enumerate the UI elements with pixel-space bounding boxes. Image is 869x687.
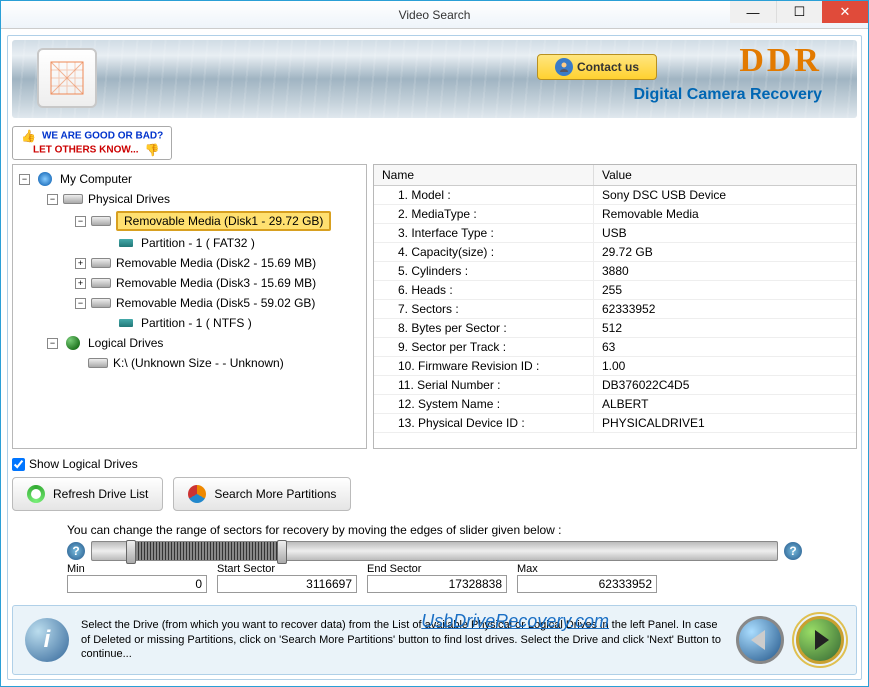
drive-icon [90, 295, 112, 311]
app-window: Video Search — ☐ ✕ Contact us DDR Digita… [0, 0, 869, 687]
drive-icon [90, 213, 112, 229]
property-row[interactable]: 7. Sectors :62333952 [374, 300, 856, 319]
properties-panel: Name Value 1. Model :Sony DSC USB Device… [373, 164, 857, 449]
property-row[interactable]: 8. Bytes per Sector :512 [374, 319, 856, 338]
drive-icon [90, 255, 112, 271]
sector-slider[interactable] [91, 541, 778, 561]
property-row[interactable]: 10. Firmware Revision ID :1.00 [374, 357, 856, 376]
drive-icon [87, 355, 109, 371]
collapse-icon[interactable]: − [19, 174, 30, 185]
expand-icon[interactable]: + [75, 258, 86, 269]
refresh-button[interactable]: Refresh Drive List [12, 477, 163, 511]
tree-part1[interactable]: Partition - 1 ( FAT32 ) [13, 233, 366, 253]
pie-icon [188, 485, 206, 503]
property-row[interactable]: 12. System Name :ALBERT [374, 395, 856, 414]
person-icon [555, 58, 573, 76]
thumbs-down-icon: 👎 [145, 143, 160, 157]
header-banner: Contact us DDR Digital Camera Recovery [12, 40, 857, 118]
tree-disk2[interactable]: +Removable Media (Disk2 - 15.69 MB) [13, 253, 366, 273]
drive-icon [62, 191, 84, 207]
tree-root[interactable]: −My Computer [13, 169, 366, 189]
slider-label: You can change the range of sectors for … [67, 523, 802, 537]
property-row[interactable]: 9. Sector per Track :63 [374, 338, 856, 357]
brand-product: Digital Camera Recovery [633, 86, 822, 104]
tree-disk1[interactable]: −Removable Media (Disk1 - 29.72 GB) [13, 209, 366, 233]
max-input [517, 575, 657, 593]
slider-thumb-end[interactable] [277, 540, 287, 564]
collapse-icon[interactable]: − [47, 194, 58, 205]
titlebar[interactable]: Video Search — ☐ ✕ [1, 1, 868, 29]
globe-icon [62, 335, 84, 351]
property-row[interactable]: 4. Capacity(size) :29.72 GB [374, 243, 856, 262]
refresh-icon [27, 485, 45, 503]
tree-physical[interactable]: −Physical Drives [13, 189, 366, 209]
back-button[interactable] [736, 616, 784, 664]
tree-logical[interactable]: −Logical Drives [13, 333, 366, 353]
drive-tree[interactable]: −My Computer −Physical Drives −Removable… [12, 164, 367, 449]
property-row[interactable]: 3. Interface Type :USB [374, 224, 856, 243]
collapse-icon[interactable]: − [47, 338, 58, 349]
computer-icon [34, 171, 56, 187]
drive-icon [90, 275, 112, 291]
col-value[interactable]: Value [594, 165, 856, 185]
brand-ddr: DDR [739, 42, 822, 80]
feedback-button[interactable]: 👍 WE ARE GOOD OR BAD? LET OTHERS KNOW...… [12, 126, 172, 160]
tree-part5[interactable]: Partition - 1 ( NTFS ) [13, 313, 366, 333]
property-row[interactable]: 2. MediaType :Removable Media [374, 205, 856, 224]
tree-kdrive[interactable]: K:\ (Unknown Size - - Unknown) [13, 353, 366, 373]
property-row[interactable]: 5. Cylinders :3880 [374, 262, 856, 281]
property-row[interactable]: 1. Model :Sony DSC USB Device [374, 186, 856, 205]
maximize-button[interactable]: ☐ [776, 1, 822, 23]
minimize-button[interactable]: — [730, 1, 776, 23]
show-logical-checkbox[interactable]: Show Logical Drives [12, 457, 138, 471]
property-row[interactable]: 6. Heads :255 [374, 281, 856, 300]
property-row[interactable]: 13. Physical Device ID :PHYSICALDRIVE1 [374, 414, 856, 433]
search-more-button[interactable]: Search More Partitions [173, 477, 351, 511]
app-logo [37, 48, 97, 108]
help-icon[interactable]: ? [784, 542, 802, 560]
thumbs-up-icon: 👍 [21, 129, 36, 143]
tree-disk3[interactable]: +Removable Media (Disk3 - 15.69 MB) [13, 273, 366, 293]
footer-link[interactable]: UsbDriveRecovery.com [421, 611, 609, 632]
close-button[interactable]: ✕ [822, 1, 868, 23]
start-sector-input[interactable] [217, 575, 357, 593]
help-icon[interactable]: ? [67, 542, 85, 560]
partition-icon [115, 315, 137, 331]
contact-us-button[interactable]: Contact us [537, 54, 657, 80]
slider-thumb-start[interactable] [126, 540, 136, 564]
end-sector-input[interactable] [367, 575, 507, 593]
collapse-icon[interactable]: − [75, 216, 86, 227]
property-row[interactable]: 11. Serial Number :DB376022C4D5 [374, 376, 856, 395]
tree-disk5[interactable]: −Removable Media (Disk5 - 59.02 GB) [13, 293, 366, 313]
info-icon: i [25, 618, 69, 662]
col-name[interactable]: Name [374, 165, 594, 185]
min-input [67, 575, 207, 593]
collapse-icon[interactable]: − [75, 298, 86, 309]
contact-label: Contact us [577, 60, 639, 74]
expand-icon[interactable]: + [75, 278, 86, 289]
hint-text: Select the Drive (from which you want to… [81, 618, 724, 663]
next-button[interactable] [796, 616, 844, 664]
partition-icon [115, 235, 137, 251]
